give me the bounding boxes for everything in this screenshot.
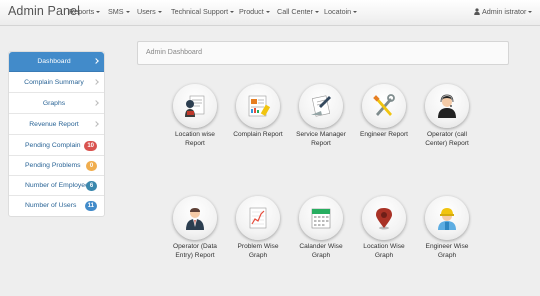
tile-label: Location wise Report (175, 131, 215, 147)
menu-label: Users (137, 7, 156, 16)
sidebar-item-pending-problems[interactable]: Pending Problems 0 (9, 156, 104, 176)
tile-calander-wise-graph[interactable]: Calander Wise Graph (286, 196, 356, 260)
tile-label: Engineer Report (359, 131, 409, 138)
tile-label: Location Wise Graph (363, 243, 405, 259)
sidebar-item-dashboard[interactable]: Dashboard (9, 52, 104, 72)
calendar-graph-icon (311, 208, 331, 229)
dashboard-title-panel: Admin Dashboard (137, 41, 509, 65)
sidebar-item-label: Revenue Report (29, 121, 79, 128)
sidebar-item-label: Number of Employees (25, 182, 93, 189)
caret-down-icon (353, 11, 358, 14)
caret-down-icon (265, 11, 270, 14)
menu-sms[interactable]: SMS (108, 7, 130, 16)
tile-circle (236, 84, 280, 128)
menu-location[interactable]: Locatoin (324, 7, 358, 16)
sidebar-item-number-of-users[interactable]: Number of Users 11 (9, 196, 104, 216)
tile-circle (299, 84, 343, 128)
tile-label: Complain Report (233, 131, 283, 138)
menu-label: Reports (69, 7, 95, 16)
menu-technical-support[interactable]: Technical Support (171, 7, 235, 16)
tile-label: Problem Wise Graph (237, 243, 279, 259)
menu-call-center[interactable]: Call Center (277, 7, 319, 16)
sidebar-item-revenue-report[interactable]: Revenue Report (9, 115, 104, 135)
tile-circle (425, 196, 469, 240)
caret-down-icon (157, 11, 162, 14)
count-badge: 10 (84, 141, 97, 151)
location-report-icon (185, 95, 205, 117)
location-graph-icon (376, 208, 392, 230)
top-navbar: Admin Panel Reports SMS Users Technical … (0, 0, 540, 26)
engineer-report-icon (373, 94, 395, 116)
user-icon (474, 8, 480, 15)
sidebar-item-label: Dashboard (37, 58, 71, 65)
sidebar-item-graphs[interactable]: Graphs (9, 94, 104, 114)
sidebar-item-number-of-employees[interactable]: Number of Employees 6 (9, 176, 104, 196)
count-badge: 6 (86, 181, 97, 191)
tile-label: Engineer Wise Graph (425, 243, 469, 259)
menu-label: Product (239, 7, 264, 16)
tile-label: Operator (Data Entry) Report (173, 243, 217, 259)
tile-label: Operator (call Center) Report (425, 131, 469, 147)
count-badge: 11 (84, 201, 97, 211)
sidebar-item-label: Graphs (42, 100, 66, 107)
tile-label: Service Manager Report (296, 131, 346, 147)
tile-operator-data-entry-report[interactable]: Operator (Data Entry) Report (160, 196, 230, 260)
sidebar-item-label: Pending Complain (25, 142, 81, 149)
caret-down-icon (314, 11, 319, 14)
tile-circle (173, 84, 217, 128)
sidebar-item-label: Complain Summary (24, 79, 84, 86)
menu-product[interactable]: Product (239, 7, 270, 16)
tile-problem-wise-graph[interactable]: Problem Wise Graph (223, 196, 293, 260)
caret-down-icon (125, 11, 130, 14)
caret-down-icon (230, 11, 235, 14)
user-menu[interactable]: Admin istrator (474, 7, 533, 16)
tile-label: Calander Wise Graph (299, 243, 343, 259)
menu-label: Locatoin (324, 7, 352, 16)
sidebar-item-pending-complain[interactable]: Pending Complain 10 (9, 136, 104, 156)
tile-operator-call-center-report[interactable]: Operator (call Center) Report (412, 84, 482, 148)
menu-users[interactable]: Users (137, 7, 162, 16)
sidebar-item-complain-summary[interactable]: Complain Summary (9, 73, 104, 93)
menu-reports[interactable]: Reports (69, 7, 101, 16)
page-title: Admin Dashboard (146, 49, 203, 56)
sidebar: Dashboard Complain Summary Graphs Revenu… (8, 51, 105, 217)
tile-complain-report[interactable]: Complain Report (223, 84, 293, 140)
menu-label: Technical Support (171, 7, 229, 16)
tile-engineer-wise-graph[interactable]: Engineer Wise Graph (412, 196, 482, 260)
tile-service-manager-report[interactable]: Service Manager Report (286, 84, 356, 148)
menu-label: SMS (108, 7, 124, 16)
engineer-graph-icon (438, 208, 456, 230)
problem-graph-icon (249, 207, 267, 229)
caret-down-icon (96, 11, 101, 14)
menu-label: Call Center (277, 7, 313, 16)
tile-location-wise-report[interactable]: Location wise Report (160, 84, 230, 148)
sidebar-item-label: Number of Users (25, 202, 77, 209)
tile-location-wise-graph[interactable]: Location Wise Graph (349, 196, 419, 260)
service-manager-icon (311, 95, 331, 117)
operator-data-entry-icon (186, 208, 204, 230)
tile-circle (299, 196, 343, 240)
tile-engineer-report[interactable]: Engineer Report (349, 84, 419, 140)
tile-circle (362, 196, 406, 240)
sidebar-item-label: Pending Problems (25, 162, 81, 169)
complain-report-icon (248, 95, 271, 117)
caret-down-icon (528, 11, 533, 14)
count-badge: 0 (86, 161, 97, 171)
tile-circle (425, 84, 469, 128)
operator-call-center-icon (438, 94, 456, 118)
tile-circle (173, 196, 217, 240)
user-name: Admin istrator (482, 7, 527, 16)
tile-circle (362, 84, 406, 128)
tile-circle (236, 196, 280, 240)
